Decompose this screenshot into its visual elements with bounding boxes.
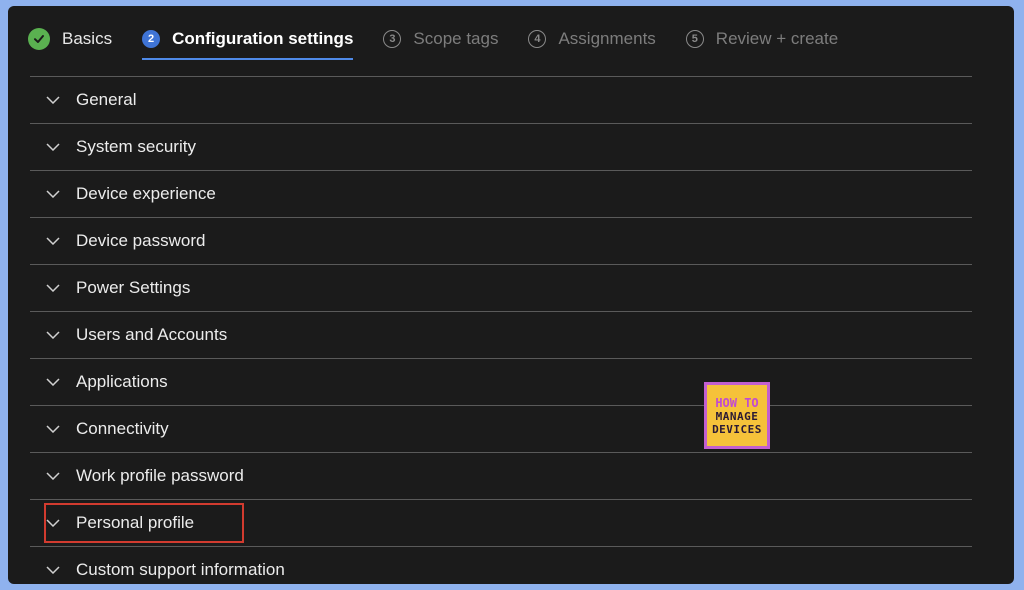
section-label: Device password bbox=[76, 231, 206, 250]
section-label: System security bbox=[76, 137, 196, 156]
chevron-down-icon bbox=[46, 140, 60, 154]
section-custom-support-information[interactable]: Custom support information bbox=[30, 546, 972, 584]
step-basics[interactable]: Basics bbox=[28, 24, 112, 54]
configuration-profile-panel: Basics 2 Configuration settings 3 Scope … bbox=[8, 6, 1014, 584]
chevron-down-icon bbox=[46, 93, 60, 107]
step-label: Review + create bbox=[715, 29, 839, 48]
section-label: Users and Accounts bbox=[76, 325, 228, 344]
step-label: Configuration settings bbox=[172, 29, 354, 48]
section-connectivity[interactable]: Connectivity bbox=[30, 405, 972, 452]
section-personal-profile[interactable]: Personal profile bbox=[30, 499, 972, 546]
chevron-down-icon bbox=[46, 281, 60, 295]
section-label: Connectivity bbox=[76, 419, 169, 438]
step-label: Assignments bbox=[558, 29, 656, 48]
checkmark-icon bbox=[28, 28, 50, 50]
step-number: 2 bbox=[142, 30, 161, 48]
chevron-down-icon bbox=[46, 469, 60, 483]
section-label: General bbox=[76, 90, 137, 109]
section-device-password[interactable]: Device password bbox=[30, 217, 972, 264]
step-assignments[interactable]: 4 Assignments bbox=[528, 24, 656, 54]
section-label: Applications bbox=[76, 372, 168, 391]
step-number: 5 bbox=[685, 30, 704, 48]
logo-line-3: DEVICES bbox=[712, 422, 762, 436]
section-label: Work profile password bbox=[76, 466, 244, 485]
section-label: Power Settings bbox=[76, 278, 191, 297]
chevron-down-icon bbox=[46, 187, 60, 201]
step-label: Basics bbox=[62, 29, 113, 48]
step-configuration-settings[interactable]: 2 Configuration settings bbox=[142, 24, 354, 60]
wizard-steps: Basics 2 Configuration settings 3 Scope … bbox=[28, 24, 994, 68]
section-users-and-accounts[interactable]: Users and Accounts bbox=[30, 311, 972, 358]
section-label: Custom support information bbox=[76, 560, 285, 579]
section-device-experience[interactable]: Device experience bbox=[30, 170, 972, 217]
section-power-settings[interactable]: Power Settings bbox=[30, 264, 972, 311]
logo-line-2: MANAGE bbox=[715, 409, 759, 423]
step-review-create[interactable]: 5 Review + create bbox=[685, 24, 839, 54]
section-applications[interactable]: Applications bbox=[30, 358, 972, 405]
step-number: 3 bbox=[383, 30, 402, 48]
section-general[interactable]: General bbox=[30, 76, 972, 123]
section-system-security[interactable]: System security bbox=[30, 123, 972, 170]
step-label: Scope tags bbox=[413, 29, 499, 48]
section-label: Device experience bbox=[76, 184, 216, 203]
settings-sections: General System security Device experienc… bbox=[30, 76, 972, 584]
watermark-logo: HOW TO MANAGE DEVICES bbox=[704, 382, 770, 449]
section-work-profile-password[interactable]: Work profile password bbox=[30, 452, 972, 499]
highlight-box bbox=[44, 503, 244, 543]
step-number: 4 bbox=[528, 30, 547, 48]
step-scope-tags[interactable]: 3 Scope tags bbox=[383, 24, 498, 54]
chevron-down-icon bbox=[46, 234, 60, 248]
chevron-down-icon bbox=[46, 375, 60, 389]
chevron-down-icon bbox=[46, 328, 60, 342]
chevron-down-icon bbox=[46, 422, 60, 436]
chevron-down-icon bbox=[46, 563, 60, 577]
logo-line-1: HOW TO bbox=[715, 395, 759, 410]
